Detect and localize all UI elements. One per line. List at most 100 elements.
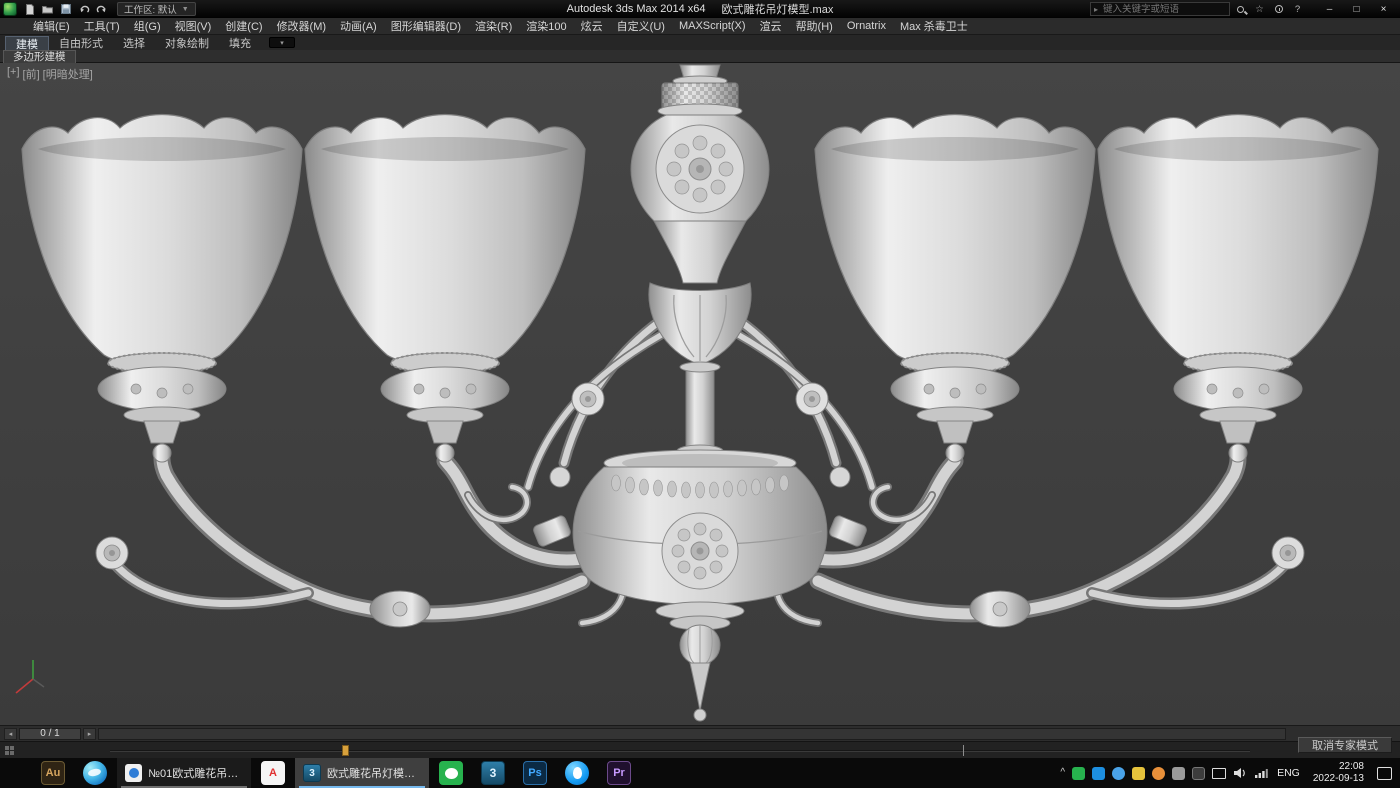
new-file-button[interactable]: [21, 2, 38, 17]
volume-icon[interactable]: [1233, 767, 1247, 779]
ribbon-group-bar: 多边形建模: [0, 50, 1400, 63]
search-input[interactable]: [1101, 3, 1229, 16]
menu-item-customize[interactable]: 自定义(U): [610, 18, 672, 34]
taskbar-wechat[interactable]: [430, 758, 472, 788]
undo-icon: [78, 4, 90, 15]
open-file-button[interactable]: [39, 2, 56, 17]
menu-item-xuancloud[interactable]: 渲云: [753, 18, 789, 34]
network-icon[interactable]: [1254, 768, 1268, 779]
search-button[interactable]: [1232, 2, 1249, 16]
cancel-expert-mode-button[interactable]: 取消专家模式: [1298, 737, 1392, 753]
display-icon[interactable]: [1212, 768, 1226, 779]
store-icon[interactable]: [1132, 767, 1145, 780]
communication-center-button[interactable]: [1270, 2, 1287, 16]
tab-populate[interactable]: 填充: [219, 36, 261, 50]
file-title: 欧式雕花吊灯模型.max: [721, 1, 833, 17]
reader-icon: A: [261, 761, 285, 785]
chandelier-model[interactable]: [0, 63, 1400, 725]
taskbar-qq[interactable]: [556, 758, 598, 788]
lamp-shade-2: [305, 115, 585, 463]
menu-bar: 编辑(E) 工具(T) 组(G) 视图(V) 创建(C) 修改器(M) 动画(A…: [0, 18, 1400, 35]
time-slider-marker[interactable]: [342, 745, 349, 756]
save-floppy-icon: [61, 4, 71, 14]
undo-button[interactable]: [75, 2, 92, 17]
search-icon: [1237, 6, 1244, 13]
viewport-menu-general[interactable]: [+]: [6, 66, 21, 82]
menu-item-help[interactable]: 帮助(H): [789, 18, 840, 34]
title-bar: 工作区: 默认 ▼ Autodesk 3ds Max 2014 x64 欧式雕花…: [0, 0, 1400, 18]
taskbar-window-browser[interactable]: №01欧式雕花吊灯...: [117, 758, 251, 788]
tab-modeling[interactable]: 建模: [5, 36, 49, 50]
tray-expand-button[interactable]: ^: [1060, 767, 1065, 778]
webpage-favicon: [125, 764, 142, 782]
cloud-sync-icon[interactable]: [1112, 767, 1125, 780]
taskbar-premiere[interactable]: Pr: [598, 758, 640, 788]
viewport-label: [+] [前] [明暗处理]: [6, 66, 94, 82]
window-button-label: №01欧式雕花吊灯...: [148, 765, 243, 781]
time-slider-groove[interactable]: [110, 750, 1250, 752]
timeline-track[interactable]: [98, 728, 1286, 740]
menu-item-tools[interactable]: 工具(T): [77, 18, 127, 34]
workspace-selector[interactable]: 工作区: 默认 ▼: [117, 2, 196, 16]
tab-polygon-modeling[interactable]: 多边形建模: [3, 50, 76, 63]
input-language[interactable]: ENG: [1275, 767, 1302, 779]
menu-item-antivirus[interactable]: Max 杀毒卫士: [893, 18, 975, 34]
help-button[interactable]: ?: [1289, 2, 1306, 16]
menu-item-views[interactable]: 视图(V): [168, 18, 219, 34]
menu-item-rendering[interactable]: 渲染(R): [468, 18, 519, 34]
tab-object-paint[interactable]: 对象绘制: [155, 36, 219, 50]
minimize-button[interactable]: –: [1316, 1, 1343, 17]
viewport-menu-shading[interactable]: [明暗处理]: [42, 66, 94, 82]
tab-selection[interactable]: 选择: [113, 36, 155, 50]
taskbar-reader[interactable]: A: [252, 758, 294, 788]
taskbar-audition[interactable]: Au: [32, 758, 74, 788]
favorites-button[interactable]: ☆: [1251, 2, 1268, 16]
edge-icon: [83, 761, 107, 785]
previous-frame-button[interactable]: ◂: [4, 728, 17, 740]
menu-item-modifiers[interactable]: 修改器(M): [270, 18, 334, 34]
menu-item-maxscript[interactable]: MAXScript(X): [672, 18, 753, 34]
3ds-max-window: 工作区: 默认 ▼ Autodesk 3ds Max 2014 x64 欧式雕花…: [0, 0, 1400, 788]
window-button-label: 欧式雕花吊灯模型...: [327, 765, 421, 781]
maximize-button[interactable]: □: [1343, 1, 1370, 17]
wechat-tray-icon[interactable]: [1072, 767, 1085, 780]
menu-item-create[interactable]: 创建(C): [218, 18, 269, 34]
redo-button[interactable]: [93, 2, 110, 17]
taskbar-photoshop[interactable]: Ps: [514, 758, 556, 788]
action-center-icon[interactable]: [1377, 767, 1392, 780]
menu-item-render100[interactable]: 渲染100: [519, 18, 573, 34]
ribbon-overflow-button[interactable]: ▾: [269, 37, 295, 48]
viewport[interactable]: [+] [前] [明暗处理]: [0, 63, 1400, 725]
security-shield-icon[interactable]: [1172, 767, 1185, 780]
clock[interactable]: 22:08 2022-09-13: [1309, 761, 1368, 785]
antivirus-icon[interactable]: [1152, 767, 1165, 780]
menu-item-edit[interactable]: 编辑(E): [26, 18, 77, 34]
taskbar-3dsmax-app[interactable]: 3: [472, 758, 514, 788]
phone-link-icon[interactable]: [1092, 767, 1105, 780]
menu-item-xuanyun[interactable]: 炫云: [574, 18, 610, 34]
close-button[interactable]: ×: [1370, 1, 1397, 17]
qq-icon: [565, 761, 589, 785]
menu-item-animation[interactable]: 动画(A): [333, 18, 384, 34]
viewport-menu-view[interactable]: [前]: [22, 66, 41, 82]
new-document-icon: [25, 4, 35, 15]
save-file-button[interactable]: [57, 2, 74, 17]
next-frame-button[interactable]: ▸: [83, 728, 96, 740]
graphics-tray-icon[interactable]: [1192, 767, 1205, 780]
grid-toggle-icon[interactable]: [5, 746, 14, 755]
menu-item-graph-editors[interactable]: 图形编辑器(D): [384, 18, 468, 34]
taskbar: Au №01欧式雕花吊灯... A 3 欧式雕花吊灯模型...: [0, 758, 1400, 788]
infocenter: ▸ ☆ ? – □ ×: [1090, 1, 1400, 17]
app-logo-icon[interactable]: [3, 2, 17, 16]
menu-item-group[interactable]: 组(G): [127, 18, 168, 34]
chandelier-column: [573, 65, 827, 721]
infocenter-search: ▸: [1090, 2, 1230, 16]
taskbar-window-3dsmax[interactable]: 3 欧式雕花吊灯模型...: [295, 758, 429, 788]
lamp-shade-3: [815, 115, 1095, 463]
taskbar-edge[interactable]: [74, 758, 116, 788]
frame-indicator[interactable]: 0 / 1: [19, 728, 81, 740]
search-arrow-icon[interactable]: ▸: [1091, 5, 1101, 14]
menu-item-ornatrix[interactable]: Ornatrix: [840, 18, 893, 34]
tab-freeform[interactable]: 自由形式: [49, 36, 113, 50]
track-bar: ◂ 0 / 1 ▸: [0, 725, 1400, 741]
